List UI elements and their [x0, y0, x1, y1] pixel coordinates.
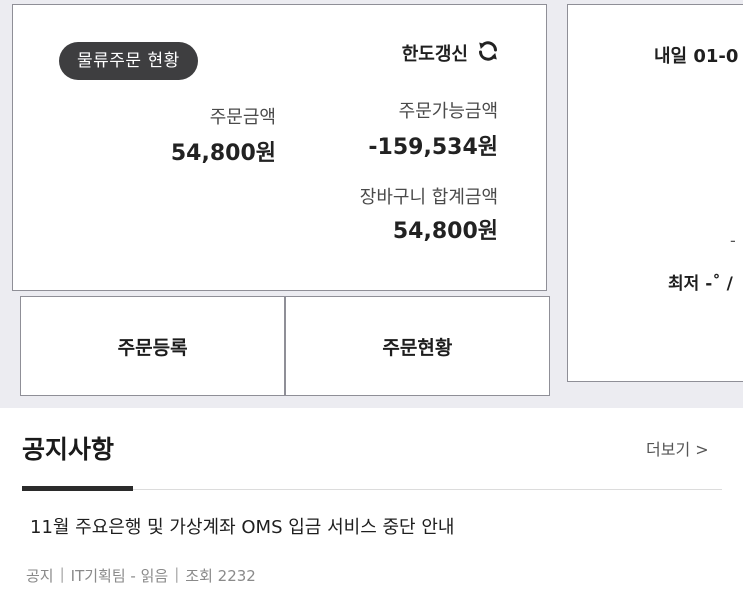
notice-more-link[interactable]: 더보기 >: [646, 436, 709, 460]
weather-temp-placeholder: -: [730, 231, 736, 250]
weather-card: 내일 01-0 - 최저 -˚ /: [567, 4, 743, 382]
cart-total-label: 장바구니 합계금액: [359, 187, 498, 208]
weather-date: 내일 01-0: [654, 46, 739, 67]
notice-item-title[interactable]: 11월 주요은행 및 가상계좌 OMS 입금 서비스 중단 안내: [30, 513, 454, 539]
meta-separator: |: [174, 565, 180, 583]
meta-separator: |: [59, 565, 65, 583]
notice-item-category: 공지: [26, 567, 54, 585]
order-amount-value: 54,800원: [170, 141, 276, 166]
notice-item-views: 조회 2232: [185, 567, 256, 585]
cart-total-value: 54,800원: [392, 219, 498, 244]
refresh-limit-button[interactable]: 한도갱신: [402, 39, 500, 67]
notice-item-author: IT기획팀 - 읽음: [70, 567, 169, 585]
order-register-button[interactable]: 주문등록: [21, 297, 284, 395]
refresh-limit-label: 한도갱신: [401, 44, 468, 65]
available-amount-label: 주문가능금액: [398, 101, 498, 122]
order-status-button[interactable]: 주문현황: [286, 297, 549, 395]
weather-min-max: 최저 -˚ /: [668, 274, 733, 294]
notice-item-meta: 공지 | IT기획팀 - 읽음 | 조회 2232: [26, 565, 256, 586]
order-amount-label: 주문금액: [209, 107, 276, 128]
notice-active-underline: [22, 486, 133, 491]
order-status-badge: 물류주문 현황: [59, 42, 198, 80]
order-status-card: 물류주문 현황 한도갱신 주문금액 54,800원 주문가능금액 -159,53…: [12, 4, 547, 291]
order-action-buttons: 주문등록 주문현황: [20, 296, 550, 396]
available-amount-value: -159,534원: [368, 135, 498, 160]
notice-section-title: 공지사항: [22, 435, 115, 464]
refresh-icon: [476, 39, 500, 67]
